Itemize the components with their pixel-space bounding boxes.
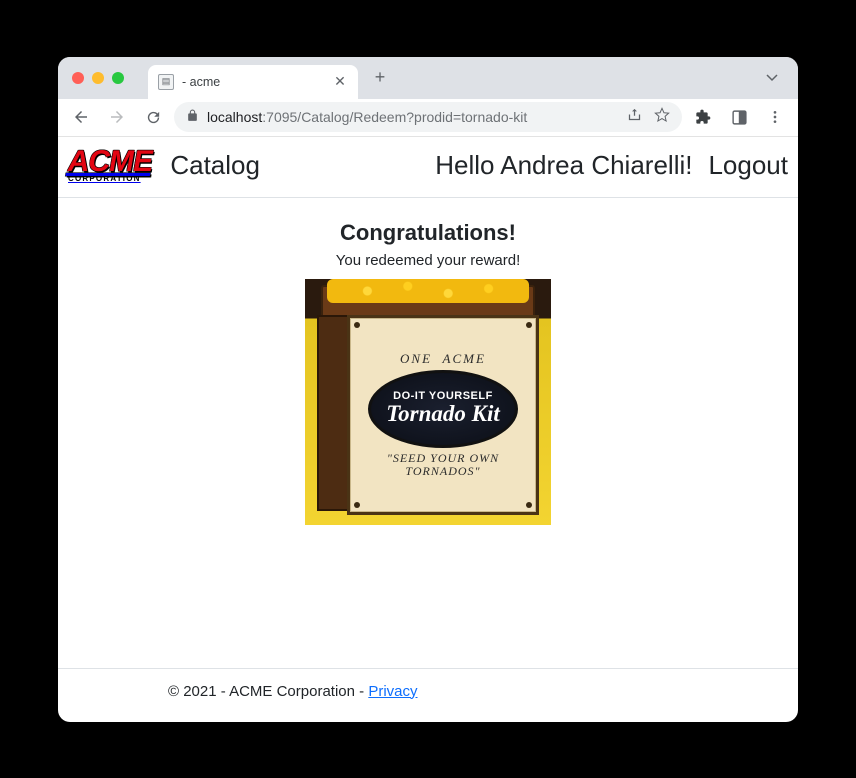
account-icon: [731, 109, 748, 126]
browser-window: ▤ - acme ✕ + localhost:7095/Catalog/Rede…: [58, 57, 798, 722]
page-heading: Congratulations!: [58, 220, 798, 246]
address-bar[interactable]: localhost:7095/Catalog/Redeem?prodid=tor…: [174, 102, 682, 132]
site-navbar: ACME CORPORATION Catalog Hello Andrea Ch…: [58, 137, 798, 198]
product-image: ONE ACME DO-IT YOURSELF Tornado Kit "SEE…: [305, 279, 551, 525]
site-footer: © 2021 - ACME Corporation - Privacy: [58, 668, 798, 722]
forward-button[interactable]: [102, 102, 132, 132]
maximize-window-button[interactable]: [112, 72, 124, 84]
arrow-left-icon: [72, 108, 90, 126]
product-pre-label: ONE ACME: [400, 351, 486, 367]
omnibox-actions: [627, 107, 670, 127]
reload-button[interactable]: [138, 102, 168, 132]
url-text: localhost:7095/Catalog/Redeem?prodid=tor…: [207, 109, 527, 125]
tab-strip: ▤ - acme ✕ +: [58, 57, 798, 99]
logo-main-text: ACME: [66, 149, 155, 175]
share-button[interactable]: [627, 107, 642, 127]
page-content: ACME CORPORATION Catalog Hello Andrea Ch…: [58, 137, 798, 722]
tab-dropdown-button[interactable]: [758, 64, 786, 92]
product-post-label: "SEED YOUR OWN TORNADOS": [387, 452, 499, 480]
star-icon: [654, 107, 670, 123]
catalog-link[interactable]: Catalog: [170, 150, 260, 181]
tab-title: - acme: [182, 75, 220, 89]
arrow-right-icon: [108, 108, 126, 126]
close-tab-button[interactable]: ✕: [332, 74, 348, 90]
back-button[interactable]: [66, 102, 96, 132]
chevron-down-icon: [766, 74, 778, 82]
favicon-icon: ▤: [158, 74, 174, 90]
bookmark-button[interactable]: [654, 107, 670, 127]
page-subtext: You redeemed your reward!: [58, 252, 798, 269]
copyright-text: © 2021 - ACME Corporation -: [168, 683, 368, 700]
kebab-menu-icon: [767, 109, 783, 125]
lock-icon: [186, 109, 199, 125]
main-content: Congratulations! You redeemed your rewar…: [58, 198, 798, 668]
account-button[interactable]: [724, 102, 754, 132]
share-icon: [627, 107, 642, 122]
new-tab-button[interactable]: +: [366, 64, 394, 92]
browser-tab[interactable]: ▤ - acme ✕: [148, 65, 358, 99]
minimize-window-button[interactable]: [92, 72, 104, 84]
menu-button[interactable]: [760, 102, 790, 132]
product-oval-label: DO-IT YOURSELF Tornado Kit: [368, 370, 518, 448]
brand-logo[interactable]: ACME CORPORATION: [68, 149, 152, 183]
privacy-link[interactable]: Privacy: [368, 683, 417, 700]
browser-toolbar: localhost:7095/Catalog/Redeem?prodid=tor…: [58, 99, 798, 137]
reload-icon: [145, 109, 162, 126]
puzzle-icon: [695, 109, 711, 125]
url-host: localhost: [207, 109, 262, 125]
close-window-button[interactable]: [72, 72, 84, 84]
greeting-link[interactable]: Hello Andrea Chiarelli!: [435, 150, 692, 181]
logout-link[interactable]: Logout: [708, 150, 788, 181]
url-path: :7095/Catalog/Redeem?prodid=tornado-kit: [262, 109, 527, 125]
window-controls: [72, 72, 124, 84]
extensions-button[interactable]: [688, 102, 718, 132]
